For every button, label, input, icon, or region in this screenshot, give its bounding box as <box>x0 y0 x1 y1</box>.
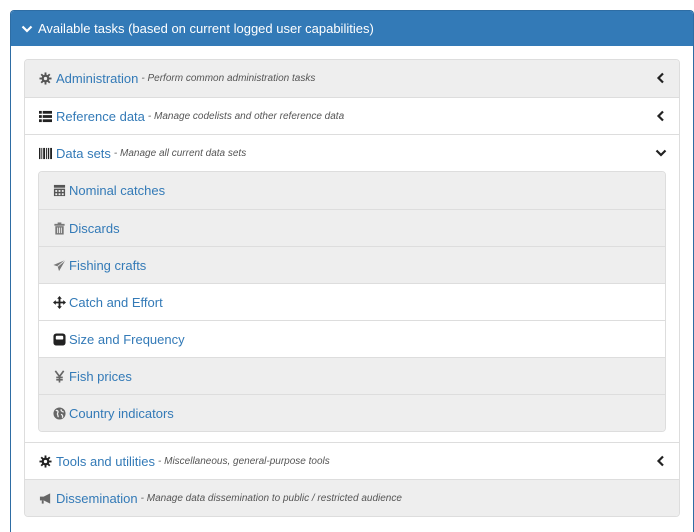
chevron-down-icon <box>21 25 33 33</box>
globe-icon <box>53 406 66 420</box>
task-title[interactable]: Dissemination <box>56 491 138 506</box>
panel-body: Administration - Perform common administ… <box>11 46 693 517</box>
dataset-label[interactable]: Nominal catches <box>69 183 165 198</box>
task-tools-and-utilities[interactable]: Tools and utilities - Miscellaneous, gen… <box>25 442 679 479</box>
list-icon <box>39 110 52 123</box>
send-icon <box>53 259 66 272</box>
move-icon <box>53 295 66 309</box>
task-description: - Manage data dissemination to public / … <box>140 492 402 504</box>
dataset-country-indicators[interactable]: Country indicators <box>39 394 665 431</box>
task-description: - Miscellaneous, general-purpose tools <box>158 455 330 467</box>
task-dissemination[interactable]: Dissemination - Manage data disseminatio… <box>25 479 679 516</box>
data-sets-submenu: Nominal catches Discards Fishing crafts … <box>25 171 679 442</box>
task-title[interactable]: Tools and utilities <box>56 454 155 469</box>
dataset-label[interactable]: Size and Frequency <box>69 332 185 347</box>
chevron-left-icon[interactable] <box>655 455 667 467</box>
task-title[interactable]: Data sets <box>56 146 111 161</box>
task-description: - Manage codelists and other reference d… <box>147 110 345 122</box>
dataset-size-and-frequency[interactable]: Size and Frequency <box>39 320 665 357</box>
task-data-sets[interactable]: Data sets - Manage all current data sets <box>25 134 679 171</box>
task-title[interactable]: Administration <box>56 71 138 86</box>
task-list: Administration - Perform common administ… <box>24 59 680 517</box>
bullhorn-icon <box>39 492 52 505</box>
dataset-label[interactable]: Fishing crafts <box>69 258 146 273</box>
task-title[interactable]: Reference data <box>56 109 145 124</box>
chevron-left-icon[interactable] <box>655 110 667 122</box>
dataset-label[interactable]: Discards <box>69 221 120 236</box>
calendar-icon <box>53 184 66 197</box>
dataset-discards[interactable]: Discards <box>39 209 665 246</box>
dataset-fish-prices[interactable]: Fish prices <box>39 357 665 394</box>
yen-icon <box>53 369 66 383</box>
dataset-label[interactable]: Fish prices <box>69 369 132 384</box>
data-sets-list: Nominal catches Discards Fishing crafts … <box>38 171 666 432</box>
task-description: - Manage all current data sets <box>113 147 247 159</box>
dataset-label[interactable]: Catch and Effort <box>69 295 163 310</box>
chevron-down-icon[interactable] <box>655 147 667 159</box>
barcode-icon <box>39 147 52 160</box>
cog-icon <box>39 72 52 85</box>
dataset-label[interactable]: Country indicators <box>69 406 174 421</box>
dataset-fishing-crafts[interactable]: Fishing crafts <box>39 246 665 283</box>
chevron-left-icon[interactable] <box>655 72 667 84</box>
panel-title: Available tasks (based on current logged… <box>38 21 374 36</box>
panel-heading[interactable]: Available tasks (based on current logged… <box>11 11 693 46</box>
task-description: - Perform common administration tasks <box>141 73 316 84</box>
available-tasks-panel: Available tasks (based on current logged… <box>10 10 694 532</box>
dataset-nominal-catches[interactable]: Nominal catches <box>39 172 665 209</box>
trash-icon <box>53 221 66 235</box>
scale-icon <box>53 332 66 346</box>
task-reference-data[interactable]: Reference data - Manage codelists and ot… <box>25 97 679 134</box>
dataset-catch-and-effort[interactable]: Catch and Effort <box>39 283 665 320</box>
task-administration[interactable]: Administration - Perform common administ… <box>25 60 679 97</box>
cog-icon <box>39 454 52 468</box>
